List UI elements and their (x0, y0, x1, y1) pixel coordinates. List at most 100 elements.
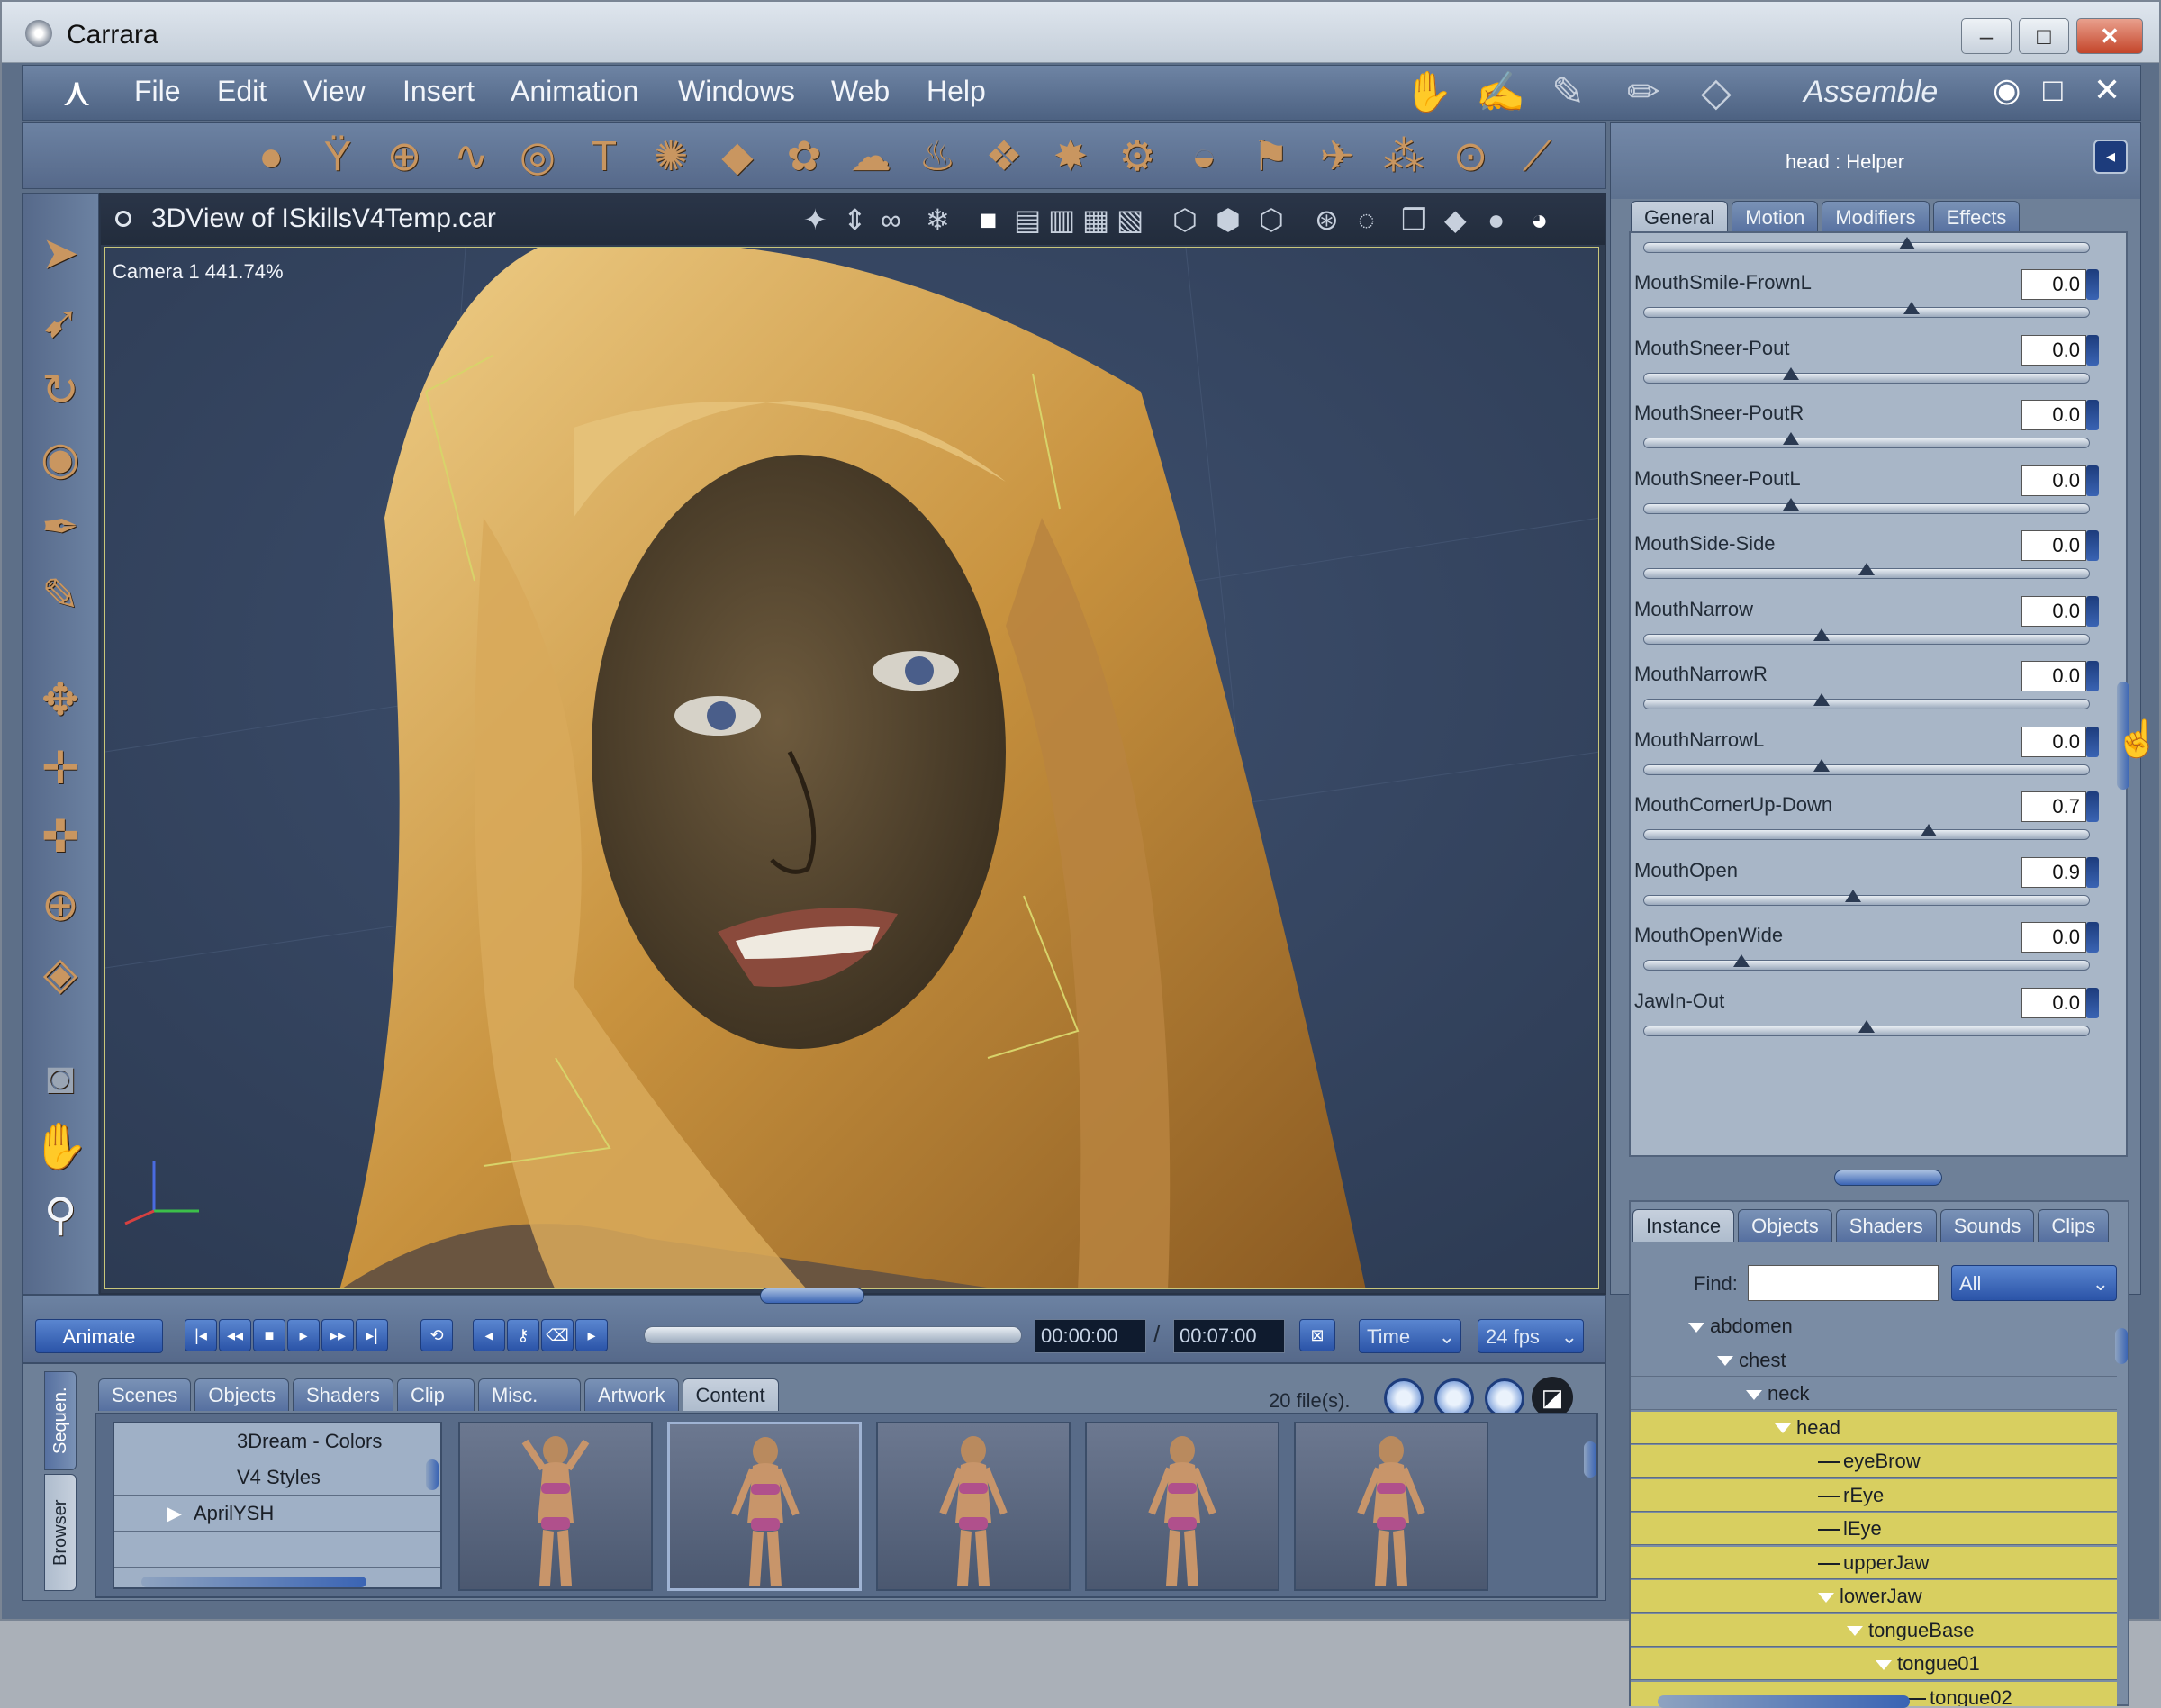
content-thumbnail[interactable] (876, 1422, 1071, 1591)
cloud-icon[interactable]: ☁ (845, 131, 896, 181)
tab-misc[interactable]: Misc. (477, 1378, 581, 1411)
tab-sequencer[interactable]: Sequen. (44, 1371, 77, 1470)
property-value-field[interactable]: 0.0 (2021, 726, 2086, 757)
slider-track[interactable] (1643, 438, 2090, 448)
content-thumbnail[interactable] (667, 1422, 862, 1591)
slider-track[interactable] (1643, 829, 2090, 840)
value-spinner[interactable] (2086, 856, 2099, 888)
content-thumbnail[interactable] (1294, 1422, 1488, 1591)
texture-room-icon[interactable]: ✏ (1627, 69, 1660, 116)
property-value-field[interactable]: 0.0 (2021, 922, 2086, 953)
slider-track[interactable] (1643, 307, 2090, 318)
tree-hscrollbar-thumb[interactable] (1658, 1695, 1910, 1708)
particles-icon[interactable]: ❖ (979, 131, 1029, 181)
value-spinner[interactable] (2086, 595, 2099, 627)
render-region-icon[interactable]: ❄ (926, 203, 950, 236)
tab-browser[interactable]: Browser (44, 1474, 77, 1591)
value-spinner[interactable] (2086, 400, 2099, 430)
property-value-field[interactable]: 0.9 (2021, 856, 2086, 888)
bone-icon[interactable]: ⟋ (1512, 131, 1562, 181)
end-time-field[interactable]: 00:07:00 (1173, 1319, 1285, 1353)
tree-row[interactable]: lowerJaw (1631, 1580, 2117, 1613)
value-spinner[interactable] (2086, 922, 2099, 953)
torus-icon[interactable]: ◎ (512, 131, 563, 181)
move-axis-icon[interactable]: ✛ (32, 739, 89, 797)
spline-object-icon[interactable]: ∿ (446, 131, 496, 181)
slider-thumb[interactable] (1813, 758, 1831, 772)
plant-icon[interactable]: ✿ (779, 131, 829, 181)
layout-three-icon[interactable]: ▥ (1048, 203, 1075, 236)
play-icon[interactable]: ▸ (287, 1319, 320, 1351)
shaded-box-icon[interactable]: ⬡ (1259, 203, 1284, 236)
tree-row[interactable]: tongueBase (1631, 1613, 2117, 1647)
slider-track[interactable] (1643, 894, 2090, 906)
vertex-object-icon[interactable]: Ÿ (312, 131, 363, 181)
loop-icon[interactable]: ⟲ (420, 1319, 453, 1351)
tab-clip[interactable]: Clip (396, 1378, 475, 1411)
slider-thumb[interactable] (1899, 237, 1915, 249)
minimize-button[interactable]: – (1961, 18, 2012, 54)
layout-five-icon[interactable]: ▧ (1117, 203, 1144, 236)
zoom-search-icon[interactable]: ⚲ (32, 1186, 89, 1243)
slider-thumb[interactable] (1858, 1019, 1875, 1033)
camera-tool-icon[interactable]: ◙ (32, 1049, 89, 1107)
expand-triangle-icon[interactable] (1746, 1389, 1762, 1400)
flat-display-icon[interactable]: ❒ (1401, 203, 1427, 236)
slider-thumb[interactable] (1845, 889, 1862, 902)
slider-track[interactable] (1643, 502, 2090, 514)
value-spinner[interactable] (2086, 334, 2099, 366)
solid-box-icon[interactable]: ⬢ (1216, 203, 1241, 236)
render-room-icon[interactable]: ◇ (1701, 69, 1732, 116)
slider-track[interactable] (1643, 633, 2090, 645)
slider-track[interactable] (1643, 960, 2090, 971)
ocean-icon[interactable]: ◒ (1179, 131, 1229, 181)
tree-row[interactable]: rEye (1631, 1478, 2117, 1512)
layout-four-icon[interactable]: ▦ (1082, 203, 1109, 236)
menu-file[interactable]: File (134, 75, 181, 108)
tab-browser-objects[interactable]: Objects (194, 1378, 289, 1411)
slider-thumb[interactable] (1903, 302, 1920, 314)
layout-two-icon[interactable]: ▤ (1014, 203, 1041, 236)
slider-thumb[interactable] (1921, 824, 1938, 836)
text-object-icon[interactable]: T (579, 131, 629, 181)
camera-nav-icon[interactable]: ✦ (803, 203, 827, 236)
content-thumbnail[interactable] (1085, 1422, 1279, 1591)
tray-collapse-button[interactable]: ◂ (2093, 140, 2128, 174)
viewport-splitter-handle[interactable] (760, 1288, 864, 1304)
assemble-room-hand-icon[interactable]: ✋ (1404, 69, 1453, 116)
tab-shaders[interactable]: Shaders (1835, 1209, 1937, 1242)
slider-thumb[interactable] (1782, 497, 1799, 511)
disable-animation-icon[interactable]: ⊠ (1299, 1319, 1335, 1351)
menu-edit[interactable]: Edit (217, 75, 267, 108)
smooth-display-icon[interactable]: ● (1487, 203, 1505, 236)
tab-objects[interactable]: Objects (1738, 1209, 1832, 1242)
property-value-field[interactable]: 0.0 (2021, 465, 2086, 496)
property-value-field[interactable]: 0.0 (2021, 334, 2086, 366)
sphere-icon[interactable]: ● (246, 131, 296, 181)
property-value-field[interactable]: 0.0 (2021, 269, 2086, 300)
tab-motion[interactable]: Motion (1732, 201, 1819, 233)
prev-key-icon[interactable]: ◂ (473, 1319, 505, 1351)
preview-display-icon[interactable]: ◕ (1531, 203, 1548, 236)
rewind-icon[interactable]: ◂◂ (219, 1319, 251, 1351)
tree-row[interactable]: chest (1631, 1344, 2117, 1377)
tree-row[interactable]: tongue01 (1631, 1648, 2117, 1680)
close-button[interactable]: ✕ (2076, 18, 2143, 54)
terrain-icon[interactable]: ◆ (712, 131, 763, 181)
go-to-start-icon[interactable]: |◂ (185, 1319, 217, 1351)
tab-scenes[interactable]: Scenes (98, 1378, 192, 1411)
tab-instance[interactable]: Instance (1632, 1209, 1735, 1242)
menu-web[interactable]: Web (831, 75, 890, 108)
tab-clips[interactable]: Clips (2038, 1209, 2110, 1242)
dolly-icon[interactable]: ⇕ (843, 203, 867, 236)
tree-row[interactable]: neck (1631, 1378, 2117, 1410)
slider-track[interactable] (1643, 764, 2090, 775)
fps-dropdown[interactable]: 24 fps ⌄ (1478, 1319, 1584, 1353)
animate-button[interactable]: Animate (35, 1319, 163, 1353)
value-spinner[interactable] (2086, 465, 2099, 496)
property-value-field[interactable]: 0.0 (2021, 530, 2086, 561)
expand-triangle-icon[interactable] (1717, 1356, 1733, 1367)
rotate-icon[interactable]: ↻ (32, 361, 89, 419)
property-value-field[interactable]: 0.0 (2021, 661, 2086, 691)
tree-row[interactable]: lEye (1631, 1513, 2117, 1545)
